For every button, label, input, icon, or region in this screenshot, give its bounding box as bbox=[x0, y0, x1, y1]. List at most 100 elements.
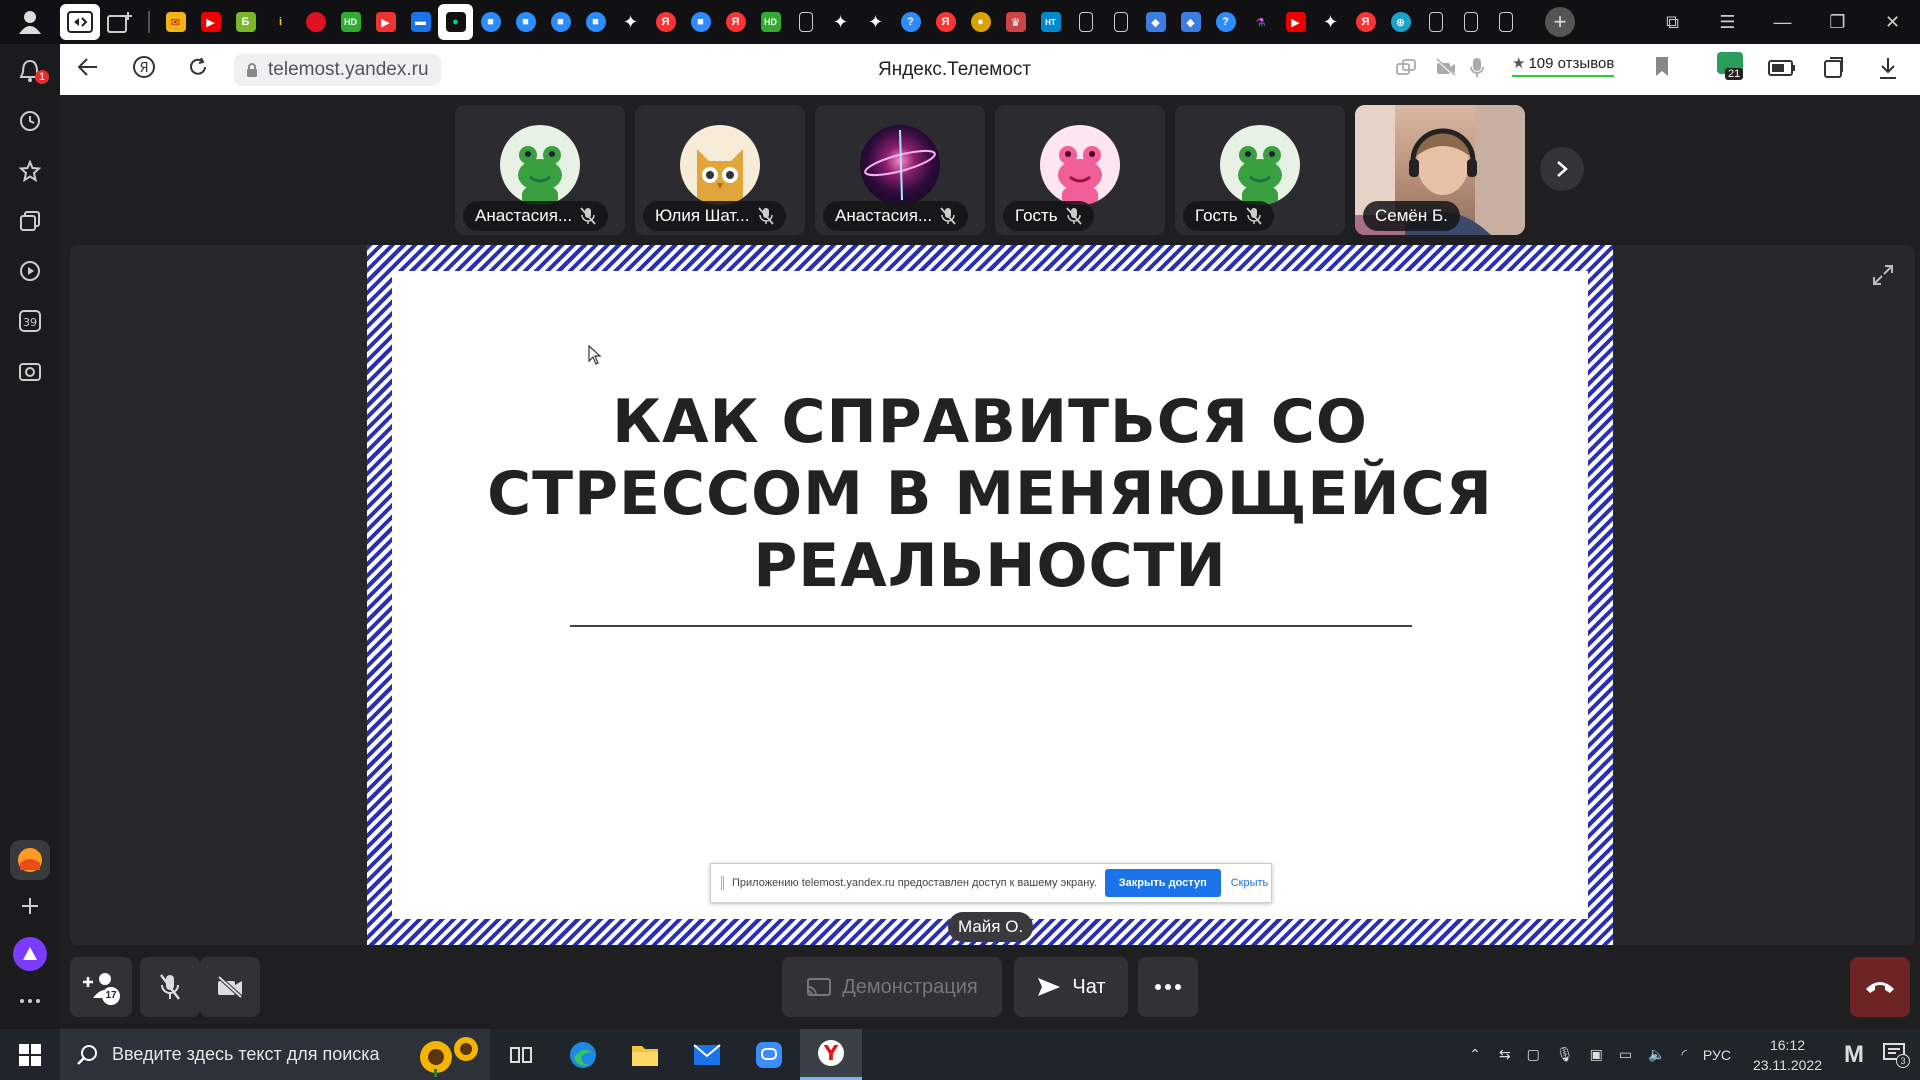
profile-icon[interactable] bbox=[0, 0, 60, 44]
more-icon[interactable] bbox=[17, 988, 43, 1014]
task-view-icon[interactable] bbox=[490, 1029, 552, 1080]
tab-mail[interactable]: ✉ bbox=[158, 4, 193, 40]
fullscreen-icon[interactable] bbox=[1871, 263, 1895, 287]
tab-youtube-2[interactable]: ▶ bbox=[1278, 4, 1313, 40]
participant-tile[interactable]: Анастасия... bbox=[455, 105, 625, 235]
tab-zoom-3[interactable]: ■ bbox=[543, 4, 578, 40]
tab-zoom-4[interactable]: ■ bbox=[578, 4, 613, 40]
screenshot-icon[interactable] bbox=[17, 358, 43, 384]
m-widget-icon[interactable]: M bbox=[1844, 1041, 1864, 1069]
pinned-tab-telemost[interactable] bbox=[60, 4, 100, 40]
restore-button[interactable]: ❐ bbox=[1810, 12, 1865, 33]
mail-app-icon[interactable] bbox=[676, 1029, 738, 1080]
camera-off-icon[interactable] bbox=[1435, 58, 1457, 83]
participant-tile[interactable]: Анастасия... bbox=[815, 105, 985, 235]
battery-icon[interactable]: ▭ bbox=[1619, 1046, 1632, 1063]
yandex-browser-icon[interactable]: Y bbox=[800, 1029, 862, 1080]
video-play-icon[interactable] bbox=[17, 258, 43, 284]
tab-youtube[interactable]: ▶ bbox=[193, 4, 228, 40]
chevron-up-icon[interactable]: ⌃ bbox=[1469, 1046, 1481, 1063]
tab-chat[interactable]: ▬ bbox=[403, 4, 438, 40]
display-icon[interactable]: ▣ bbox=[1590, 1046, 1603, 1063]
tab-hd-1[interactable]: HD bbox=[333, 4, 368, 40]
weather-icon[interactable] bbox=[10, 840, 50, 880]
tab-shield-2[interactable]: ◆ bbox=[1173, 4, 1208, 40]
tab-zoom-1[interactable]: ■ bbox=[473, 4, 508, 40]
taskbar-search[interactable]: Введите здесь текст для поиска bbox=[60, 1029, 490, 1080]
tab-star-4[interactable]: ✦ bbox=[1313, 4, 1348, 40]
next-participants-button[interactable] bbox=[1540, 147, 1584, 191]
history-icon[interactable] bbox=[17, 108, 43, 134]
minimize-button[interactable]: — bbox=[1755, 12, 1810, 33]
stop-sharing-button[interactable]: Закрыть доступ bbox=[1104, 869, 1221, 897]
notification-center-icon[interactable]: 3 bbox=[1882, 1042, 1910, 1068]
tab-telemost-active[interactable]: ● bbox=[438, 4, 473, 40]
tab-yandex-3[interactable]: Я bbox=[928, 4, 963, 40]
invite-button[interactable]: 17 bbox=[70, 957, 132, 1017]
participant-tile[interactable]: Гость bbox=[995, 105, 1165, 235]
toggle-mic-button[interactable] bbox=[140, 957, 200, 1017]
tab-zoom-5[interactable]: ■ bbox=[683, 4, 718, 40]
tab-doc-4[interactable] bbox=[1418, 4, 1453, 40]
reload-icon[interactable] bbox=[188, 57, 208, 82]
tab-doc-5[interactable] bbox=[1453, 4, 1488, 40]
microphone-icon[interactable] bbox=[1470, 57, 1484, 84]
tab-doc-3[interactable] bbox=[1103, 4, 1138, 40]
reviews-link[interactable]: ★ 109 отзывов bbox=[1512, 54, 1615, 77]
messenger-app-icon[interactable] bbox=[738, 1029, 800, 1080]
tab-coin[interactable]: ● bbox=[963, 4, 998, 40]
back-button[interactable] bbox=[77, 58, 98, 81]
language-indicator[interactable]: РУС bbox=[1703, 1047, 1731, 1063]
pinned-tab-new-page[interactable] bbox=[100, 4, 140, 40]
more-options-button[interactable] bbox=[1138, 957, 1198, 1017]
webcam-icon[interactable]: ▢ bbox=[1527, 1046, 1540, 1063]
add-panel-icon[interactable] bbox=[10, 886, 50, 926]
tab-doc-1[interactable] bbox=[788, 4, 823, 40]
file-explorer-icon[interactable] bbox=[614, 1029, 676, 1080]
downloads-extension-icon[interactable]: 21 bbox=[1715, 50, 1751, 86]
clock[interactable]: 16:12 23.11.2022 bbox=[1753, 1035, 1822, 1075]
volume-icon[interactable]: 🔈 bbox=[1648, 1046, 1665, 1063]
address-field[interactable]: telemost.yandex.ru bbox=[234, 53, 441, 86]
tab-doc-2[interactable] bbox=[1068, 4, 1103, 40]
tab-news[interactable]: НТ bbox=[1033, 4, 1068, 40]
tab-flask[interactable]: ⚗ bbox=[1243, 4, 1278, 40]
tab-red-dot[interactable] bbox=[298, 4, 333, 40]
drag-handle[interactable] bbox=[721, 876, 724, 890]
tab-yandex-2[interactable]: Я bbox=[718, 4, 753, 40]
tab-info[interactable]: i bbox=[263, 4, 298, 40]
share-screen-icon[interactable] bbox=[1395, 58, 1417, 83]
bell-icon[interactable]: 1 bbox=[17, 58, 49, 84]
tab-star-3[interactable]: ✦ bbox=[858, 4, 893, 40]
tab-globe[interactable]: ⊕ bbox=[1383, 4, 1418, 40]
hang-up-button[interactable] bbox=[1850, 957, 1910, 1017]
yandex-home-icon[interactable]: Я bbox=[132, 55, 156, 84]
microphone-icon[interactable]: 🎙 bbox=[1556, 1046, 1574, 1063]
tab-star-1[interactable]: ✦ bbox=[613, 4, 648, 40]
participant-tile[interactable]: Гость bbox=[1175, 105, 1345, 235]
participant-video-tile[interactable]: Семён Б. bbox=[1355, 105, 1525, 235]
toggle-camera-button[interactable] bbox=[200, 957, 260, 1017]
participant-tile[interactable]: Юлия Шат... bbox=[635, 105, 805, 235]
tab-zoom-2[interactable]: ■ bbox=[508, 4, 543, 40]
extensions-icon[interactable] bbox=[1822, 56, 1846, 85]
alice-icon[interactable] bbox=[13, 937, 47, 971]
calendar-icon[interactable]: 39 bbox=[17, 308, 43, 334]
download-icon[interactable] bbox=[1878, 56, 1898, 85]
tab-doc-6[interactable] bbox=[1488, 4, 1523, 40]
edge-browser-icon[interactable] bbox=[552, 1029, 614, 1080]
screen-share-button[interactable]: Демонстрация bbox=[782, 957, 1002, 1017]
collections-icon[interactable]: ⧉ bbox=[1645, 12, 1700, 33]
close-button[interactable]: ✕ bbox=[1865, 12, 1920, 33]
windows-start-icon[interactable] bbox=[0, 1029, 60, 1080]
collections-icon[interactable] bbox=[17, 208, 43, 234]
tab-hd-2[interactable]: HD bbox=[753, 4, 788, 40]
battery-icon[interactable] bbox=[1768, 60, 1796, 81]
tab-star-2[interactable]: ✦ bbox=[823, 4, 858, 40]
tab-help[interactable]: ? bbox=[893, 4, 928, 40]
tab-play[interactable]: ▶ bbox=[368, 4, 403, 40]
chat-button[interactable]: Чат bbox=[1014, 957, 1128, 1017]
tab-b[interactable]: Б bbox=[228, 4, 263, 40]
network-icon[interactable]: ◜ bbox=[1682, 1046, 1687, 1063]
hide-notice-link[interactable]: Скрыть bbox=[1231, 877, 1269, 889]
